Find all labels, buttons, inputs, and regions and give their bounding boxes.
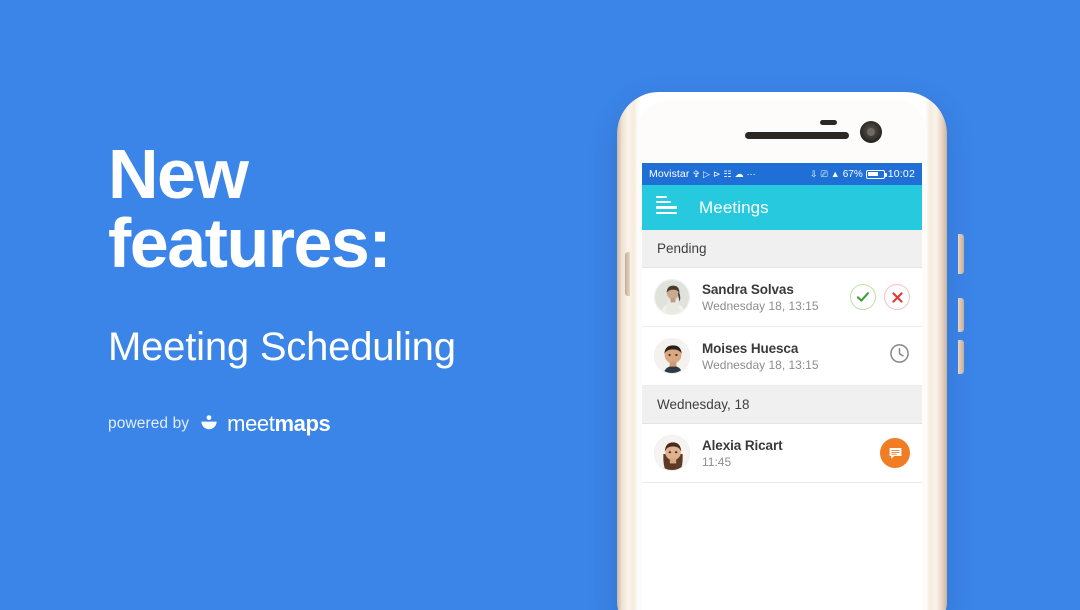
subheadline: Meeting Scheduling bbox=[108, 325, 456, 370]
volume-up-button[interactable] bbox=[958, 298, 964, 332]
contact-name: Moises Huesca bbox=[702, 340, 799, 356]
nfc-icon: ⎚ bbox=[820, 168, 828, 179]
chat-bubble-icon[interactable] bbox=[880, 438, 910, 468]
row-text: Alexia Ricart 11:45 bbox=[702, 438, 880, 469]
section-header-wednesday: Wednesday, 18 bbox=[642, 386, 922, 424]
status-bar-right: ⇩ ⎚ ▲ 67% 10:02 bbox=[810, 168, 915, 180]
promo-copy: New features: Meeting Scheduling powered… bbox=[108, 139, 578, 437]
headline-line-1: New bbox=[108, 135, 249, 213]
app-bar: Meetings bbox=[642, 185, 922, 230]
location-icon: ✞ bbox=[692, 168, 701, 179]
hamburger-menu-icon[interactable] bbox=[656, 195, 677, 216]
page-title: New features: bbox=[108, 139, 578, 282]
powered-by-label: powered by bbox=[108, 415, 190, 433]
bluetooth-icon: ⇩ bbox=[810, 168, 818, 179]
battery-percent-label: 67% bbox=[842, 168, 863, 180]
pending-clock-icon[interactable] bbox=[889, 343, 910, 369]
proximity-sensor bbox=[820, 120, 837, 125]
x-glyph bbox=[891, 291, 903, 303]
avatar-sandra bbox=[655, 280, 689, 314]
row-text: Sandra Solvas Wednesday 18, 13:15 bbox=[702, 282, 850, 313]
meeting-time: 11:45 bbox=[702, 454, 732, 469]
row-text: Moises Huesca Wednesday 18, 13:15 bbox=[702, 341, 889, 372]
contact-name: Alexia Ricart bbox=[702, 437, 783, 453]
promo-banner: New features: Meeting Scheduling powered… bbox=[0, 0, 1080, 610]
front-camera bbox=[860, 121, 882, 143]
row-actions bbox=[889, 343, 910, 369]
avatar bbox=[654, 279, 690, 315]
table-row[interactable]: Sandra Solvas Wednesday 18, 13:15 bbox=[642, 268, 922, 327]
earpiece-speaker bbox=[745, 132, 849, 139]
table-row[interactable]: Moises Huesca Wednesday 18, 13:15 bbox=[642, 327, 922, 386]
decline-x-icon[interactable] bbox=[884, 284, 910, 310]
row-actions bbox=[880, 438, 910, 468]
meetmaps-logo: meetmaps bbox=[198, 411, 331, 437]
avatar bbox=[654, 338, 690, 374]
battery-icon bbox=[865, 169, 887, 179]
avatar-moises bbox=[655, 339, 689, 373]
contact-name: Sandra Solvas bbox=[702, 281, 794, 297]
more-icon: ⋯ bbox=[746, 168, 756, 179]
brand-meet: meet bbox=[227, 411, 275, 437]
power-button[interactable] bbox=[958, 234, 964, 274]
brand-maps: maps bbox=[274, 411, 331, 437]
silent-switch[interactable] bbox=[625, 252, 630, 296]
meeting-time: Wednesday 18, 13:15 bbox=[702, 298, 819, 313]
meeting-time: Wednesday 18, 13:15 bbox=[702, 357, 819, 372]
camera-lens bbox=[867, 128, 875, 136]
section-header-pending: Pending bbox=[642, 230, 922, 268]
status-bar: Movistar ✞ ▷ ⊳ ☷ ☁ ⋯ ⇩ ⎚ ▲ 67% 10:02 bbox=[642, 163, 922, 185]
signal-icon: ▲ bbox=[830, 168, 840, 179]
table-row[interactable]: Alexia Ricart 11:45 bbox=[642, 424, 922, 483]
status-bar-left: Movistar ✞ ▷ ⊳ ☷ ☁ ⋯ bbox=[649, 168, 810, 180]
meetmaps-pin-icon bbox=[201, 415, 217, 430]
play-icon: ▷ bbox=[703, 168, 710, 179]
powered-by-logo: powered by meetmaps bbox=[108, 411, 578, 437]
headline-line-2: features: bbox=[108, 203, 392, 282]
notification-badge-dot bbox=[656, 195, 667, 199]
phone-mockup: Movistar ✞ ▷ ⊳ ☷ ☁ ⋯ ⇩ ⎚ ▲ 67% 10:02 Mee… bbox=[605, 92, 964, 610]
sync-icon: ☷ bbox=[723, 168, 732, 179]
vibrate-icon: ⊳ bbox=[712, 168, 721, 179]
phone-body: Movistar ✞ ▷ ⊳ ☷ ☁ ⋯ ⇩ ⎚ ▲ 67% 10:02 Mee… bbox=[617, 92, 964, 610]
phone-screen: Movistar ✞ ▷ ⊳ ☷ ☁ ⋯ ⇩ ⎚ ▲ 67% 10:02 Mee… bbox=[642, 163, 922, 610]
volume-down-button[interactable] bbox=[958, 340, 964, 374]
check-glyph bbox=[856, 292, 870, 302]
clock-label: 10:02 bbox=[887, 168, 915, 180]
carrier-label: Movistar bbox=[649, 168, 690, 180]
meetmaps-wordmark: meetmaps bbox=[227, 411, 331, 437]
avatar-alexia bbox=[655, 436, 689, 470]
clock-glyph bbox=[890, 344, 909, 363]
app-bar-title: Meetings bbox=[699, 197, 769, 217]
chat-glyph bbox=[889, 447, 901, 459]
meetings-list[interactable]: Pending Sandra Solvas Wednesday 18, 13:1… bbox=[642, 230, 922, 610]
avatar bbox=[654, 435, 690, 471]
row-actions bbox=[850, 284, 910, 310]
list-empty-space bbox=[642, 483, 922, 603]
cloud-icon: ☁ bbox=[734, 168, 744, 179]
accept-check-icon[interactable] bbox=[850, 284, 876, 310]
